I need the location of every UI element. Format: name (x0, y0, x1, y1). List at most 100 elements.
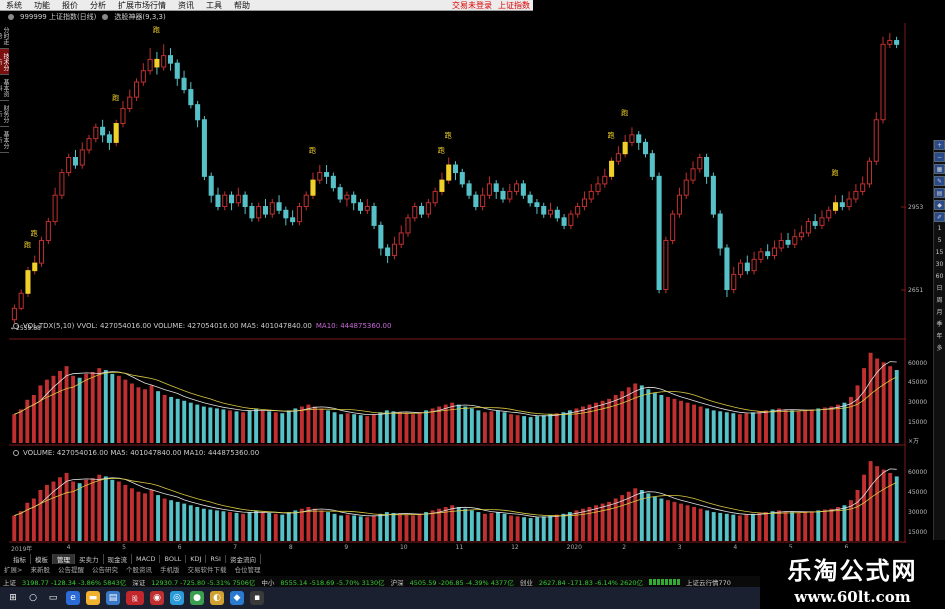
period-button[interactable]: 1 (934, 224, 945, 234)
period-button[interactable]: 5 (934, 236, 945, 246)
tab-kdj[interactable]: KDJ (186, 555, 207, 563)
period-button[interactable]: 多 (934, 344, 945, 354)
tab-cashflow[interactable]: 现金流 (104, 554, 132, 564)
volume-bar (12, 515, 17, 541)
trade-login-link[interactable]: 交易未登录 (449, 0, 495, 11)
menu-item-quote[interactable]: 报价 (56, 0, 84, 11)
chart-canvas[interactable]: 跑跑跑跑跑 跑跑 跑跑跑 (9, 23, 906, 543)
folder-icon[interactable]: ▬ (86, 591, 100, 605)
pen-icon[interactable]: ✐ (934, 212, 945, 222)
tab-buysell[interactable]: 买卖力 (75, 554, 104, 564)
tab-template[interactable]: 模板 (31, 554, 53, 564)
left-tab-basic-info[interactable]: 基本资料 (0, 75, 9, 101)
settings-dot-icon[interactable] (8, 14, 14, 20)
sub-tool-item[interactable]: 个股资讯 (122, 564, 156, 574)
menu-item-help[interactable]: 帮助 (228, 0, 256, 11)
menu-item-analysis[interactable]: 分析 (84, 0, 112, 11)
volume-bar (509, 515, 514, 541)
sh-index-label[interactable]: 上证 (0, 577, 19, 587)
volume-bar (770, 409, 775, 443)
chart-area[interactable]: 跑跑跑跑跑跑跑跑跑跑 VOL-TDX(5,10) VVOL: 427054016… (9, 23, 906, 543)
volume-bar (326, 512, 330, 541)
zoom-out-icon[interactable]: − (934, 152, 945, 162)
windows-start-icon[interactable]: ⊞ (6, 591, 20, 605)
app-icon[interactable]: ● (190, 591, 204, 605)
volume-bar (476, 410, 481, 443)
search-icon[interactable]: ○ (26, 591, 40, 605)
hs-index-label[interactable]: 沪深 (388, 577, 407, 587)
candle-body (812, 221, 818, 226)
sub-tool-item[interactable]: 公告研究 (88, 564, 122, 574)
volume-bar (306, 507, 311, 541)
sub-tool-item[interactable]: 交易软件下载 (183, 564, 230, 574)
candle-body (629, 134, 635, 143)
cloud-quote-status[interactable]: 上证云行情770 (683, 577, 734, 587)
sub-tool-item[interactable]: 公告提醒 (54, 564, 88, 574)
trading-app-icon[interactable]: 股 (126, 591, 144, 605)
candle-body (11, 307, 17, 321)
indicator-dot-icon[interactable] (102, 14, 109, 20)
tab-manage[interactable]: 管理 (53, 554, 75, 564)
menu-item-function[interactable]: 功能 (28, 0, 56, 11)
date-axis-label: 11 (455, 544, 464, 551)
left-tab-intraday[interactable]: 分时走势 (0, 23, 9, 49)
period-button[interactable]: 周 (934, 296, 945, 306)
sub-tool-item[interactable]: 手机版 (156, 564, 184, 574)
tab-indicator[interactable]: 指标 (9, 554, 31, 564)
tab-rsi[interactable]: RSI (206, 555, 226, 563)
menu-item-extended-market[interactable]: 扩展市场行情 (112, 0, 172, 11)
grid-icon[interactable]: ▦ (934, 164, 945, 174)
store-icon[interactable]: ▤ (106, 591, 120, 605)
zx-index-label[interactable]: 中小 (258, 577, 277, 587)
pin-icon[interactable]: ◆ (934, 200, 945, 210)
period-button[interactable]: 60 (934, 272, 945, 282)
candle-body (215, 194, 221, 208)
volume-bar (665, 396, 670, 443)
menu-item-system[interactable]: 系统 (0, 0, 28, 11)
candle-body (581, 198, 587, 208)
index-link[interactable]: 上证指数 (495, 0, 533, 11)
chart-type-icon[interactable]: ▤ (934, 188, 945, 198)
cy-index-label[interactable]: 创业 (517, 577, 536, 587)
sub-tool-item[interactable]: 扩展> (0, 564, 26, 574)
period-button[interactable]: 季 (934, 320, 945, 330)
app-icon[interactable]: ◉ (150, 591, 164, 605)
tab-fund-flow[interactable]: 资金流向 (226, 554, 261, 564)
app-icon[interactable]: ◐ (210, 591, 224, 605)
volume-bar (97, 474, 102, 541)
menu-item-news[interactable]: 资讯 (172, 0, 200, 11)
period-button[interactable]: 月 (934, 308, 945, 318)
sz-index-label[interactable]: 深证 (129, 577, 148, 587)
candle-body (405, 217, 411, 234)
app-icon[interactable]: ◆ (230, 591, 244, 605)
left-tab-technical[interactable]: 技术分析 (0, 49, 9, 75)
volume-bar (705, 408, 710, 443)
task-view-icon[interactable]: ▭ (46, 591, 60, 605)
sub-tool-item[interactable]: 来新股 (26, 564, 54, 574)
volume-bar (659, 395, 664, 443)
period-button[interactable]: 年 (934, 332, 945, 342)
edge-icon[interactable]: e (66, 591, 80, 605)
app-icon[interactable]: ▪ (250, 591, 264, 605)
volume-bar (476, 512, 481, 541)
period-button[interactable]: 日 (934, 284, 945, 294)
period-button[interactable]: 30 (934, 260, 945, 270)
menu-item-tools[interactable]: 工具 (200, 0, 228, 11)
left-tab-financial[interactable]: 财务分析 (0, 101, 9, 127)
candle-body (66, 156, 72, 174)
volume-bar (84, 479, 89, 541)
indicator-title[interactable]: 选股神器(9,3,3) (114, 12, 165, 22)
volume-bar (391, 512, 396, 541)
tab-boll[interactable]: BOLL (160, 555, 187, 563)
volume-bar (822, 407, 827, 443)
left-tab-fundamental[interactable]: 基本分析 (0, 127, 9, 153)
period-button[interactable]: 15 (934, 248, 945, 258)
sub-tool-item[interactable]: 仓位管理 (230, 564, 264, 574)
zoom-in-icon[interactable]: + (934, 140, 945, 150)
app-icon[interactable]: ◎ (170, 591, 184, 605)
tab-macd[interactable]: MACD (132, 555, 161, 563)
candle-body (106, 134, 112, 143)
volume-bars (12, 461, 899, 541)
indicator-settings-icon[interactable] (13, 450, 19, 456)
draw-icon[interactable]: ✎ (934, 176, 945, 186)
